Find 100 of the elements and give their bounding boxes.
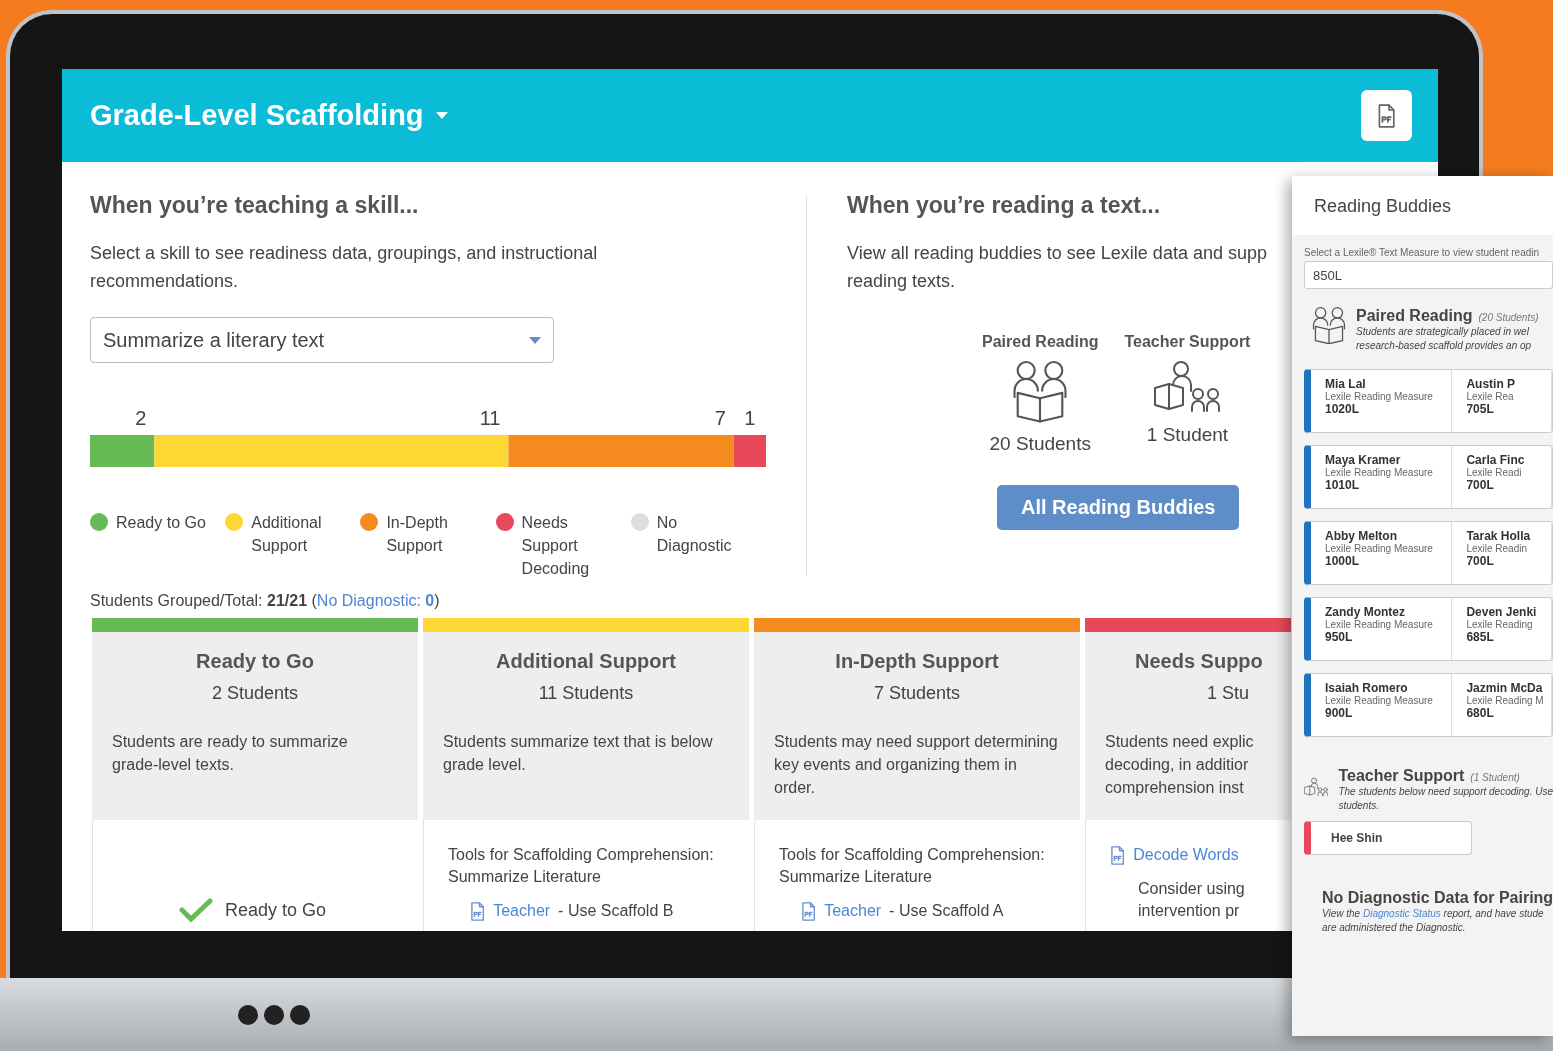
- section-note-line: research-based scaffold provides an op: [1356, 339, 1533, 353]
- section-description-line: reading texts.: [847, 270, 957, 293]
- card-description: Students may need support determining key events and organizing them in order.: [774, 732, 1059, 798]
- student-pair-card[interactable]: Abby Melton Lexile Reading Measure 1000L Tarak Holla Lexile Readin 700L: [1304, 521, 1553, 585]
- dot-icon: [264, 1004, 284, 1025]
- lexile-field[interactable]: 850L: [1304, 261, 1553, 289]
- group-count: 20 Students: [989, 432, 1091, 455]
- lexile-measure: 900L: [1325, 706, 1354, 720]
- student-pair-card[interactable]: Mia Lal Lexile Reading Measure 1020L Austin P Lexile Rea 705L: [1304, 369, 1553, 433]
- pdf-icon: [1376, 103, 1397, 128]
- card-title: In-Depth Support: [834, 650, 1000, 673]
- caret-icon: [529, 336, 541, 344]
- section-title: Teacher Support (1 Student): [1338, 767, 1521, 785]
- section-title: Paired Reading (20 Students): [1356, 307, 1539, 325]
- panel-title: Reading Buddies: [1292, 176, 1553, 235]
- group-count: 1 Student: [1146, 424, 1229, 447]
- lexile-measure: 700L: [1466, 554, 1495, 568]
- card-title: Ready to Go: [195, 650, 315, 673]
- measure-label: Lexile Reading Measure: [1325, 619, 1434, 630]
- teacher-students-icon: [1153, 361, 1222, 415]
- section-heading: When you’re reading a text...: [847, 192, 1162, 219]
- lexile-measure: 1000L: [1325, 554, 1361, 568]
- ready-status: Ready to Go: [225, 899, 327, 921]
- measure-label: Lexile Readin: [1466, 543, 1528, 554]
- card-count: 1 Stu: [1206, 683, 1251, 704]
- measure-label: Lexile Reading Measure: [1325, 467, 1434, 478]
- pdf-button[interactable]: [1361, 90, 1412, 141]
- page-title: Grade-Level Scaffolding: [90, 99, 424, 132]
- field-label: Select a Lexile® Text Measure to view student readin: [1304, 247, 1541, 258]
- student-name: Tarak Holla: [1466, 529, 1532, 543]
- measure-label: Lexile Rea: [1466, 391, 1515, 402]
- legend-label: Needs Support Decoding: [521, 513, 591, 579]
- section-heading: When you’re teaching a skill...: [90, 192, 420, 219]
- dot-icon: [238, 1004, 258, 1025]
- card-description: Students summarize text that is below grade level.: [443, 732, 714, 775]
- measure-label: Lexile Reading Measure: [1325, 391, 1434, 402]
- legend-label: Additional Support: [251, 513, 323, 556]
- measure-label: Lexile Readi: [1466, 467, 1523, 478]
- card-count: 7 Students: [872, 683, 962, 704]
- section-title: No Diagnostic Data for Pairing: [1322, 889, 1553, 907]
- student-pair-card[interactable]: Zandy Montez Lexile Reading Measure 950L Deven Jenki Lexile Reading 685L: [1304, 597, 1553, 661]
- closing-parenthesis: ): [434, 592, 440, 610]
- student-name: Mia Lal: [1325, 377, 1367, 391]
- card-note-line: intervention pr: [1138, 901, 1241, 921]
- diagnostic-status-link[interactable]: Diagnostic Status: [1362, 908, 1441, 919]
- group-title: Paired Reading: [982, 333, 1099, 351]
- lexile-measure: 1010L: [1325, 478, 1361, 492]
- decode-words-link[interactable]: Decode Words: [1133, 844, 1239, 866]
- card-description-line: Students need explic: [1105, 732, 1255, 752]
- bar-value-label: 11: [479, 407, 501, 429]
- grouped-total-text: Students Grouped/Total: 21/21 (: [90, 592, 317, 610]
- bar-value-label: 7: [714, 407, 726, 429]
- card-description-line: decoding, in additior: [1105, 755, 1250, 775]
- section-note-line: are administered the Diagnostic.: [1322, 921, 1467, 935]
- student-name: Isaiah Romero: [1325, 681, 1409, 695]
- tools-title: Tools for Scaffolding Comprehension: Summarize Literature: [779, 845, 1046, 887]
- section-note-line: Students are strategically placed in wel: [1356, 325, 1530, 339]
- skill-select[interactable]: Summarize a literary text: [90, 317, 554, 363]
- two-readers-book-icon: [1012, 361, 1069, 423]
- pdf-file-icon: [470, 901, 486, 921]
- card-title: Additional Support: [495, 650, 677, 673]
- section-note-line: The students below need support decoding. Use: [1338, 785, 1553, 799]
- student-pair-card[interactable]: Maya Kramer Lexile Reading Measure 1010L Carla Finc Lexile Readi 700L: [1304, 445, 1553, 509]
- bar-value-label: 1: [744, 407, 756, 429]
- student-name-card[interactable]: Hee Shin: [1304, 821, 1472, 855]
- scaffold-label: - Use Scaffold B: [558, 901, 674, 921]
- student-name: Carla Finc: [1466, 453, 1526, 467]
- card-title: Needs Suppo: [1134, 650, 1264, 673]
- teacher-link[interactable]: Teacher: [493, 900, 551, 922]
- lexile-measure: 700L: [1466, 478, 1495, 492]
- pdf-file-icon: [1110, 845, 1126, 865]
- card-description: Students are ready to summarize grade-level texts.: [112, 732, 349, 775]
- pdf-file-icon: [801, 901, 817, 921]
- no-diagnostic-link[interactable]: No Diagnostic: 0: [316, 592, 435, 610]
- student-name: Maya Kramer: [1325, 453, 1402, 467]
- section-note-line: View the Diagnostic Status report, and have stude: [1322, 907, 1545, 921]
- section-description-line: View all reading buddies to see Lexile data and supp: [847, 242, 1268, 265]
- dot-icon: [290, 1004, 310, 1025]
- legend-label: Ready to Go: [116, 513, 206, 533]
- card-note-line: Consider using: [1138, 879, 1246, 899]
- card-count: 2 Students: [210, 683, 300, 704]
- student-pair-card[interactable]: Isaiah Romero Lexile Reading Measure 900L Jazmin McDa Lexile Reading M 680L: [1304, 673, 1553, 737]
- teacher-link[interactable]: Teacher: [824, 900, 882, 922]
- lexile-measure: 680L: [1466, 706, 1495, 720]
- measure-label: Lexile Reading Measure: [1325, 695, 1434, 706]
- group-title: Teacher Support: [1124, 333, 1251, 351]
- bar-value-label: 2: [135, 407, 147, 429]
- two-readers-book-icon: [1312, 307, 1346, 345]
- card-description-line: comprehension inst: [1105, 778, 1245, 798]
- lexile-measure: 685L: [1466, 630, 1495, 644]
- student-name: Deven Jenki: [1466, 605, 1538, 619]
- tools-title: Tools for Scaffolding Comprehension: Summarize Literature: [448, 845, 715, 887]
- measure-label: Lexile Reading M: [1466, 695, 1545, 706]
- lexile-measure: 1020L: [1325, 402, 1361, 416]
- student-name: Jazmin McDa: [1466, 681, 1544, 695]
- student-name: Austin P: [1466, 377, 1517, 391]
- student-name: Zandy Montez: [1325, 605, 1406, 619]
- section-description: Select a skill to see readiness data, groupings, and instructional recommendations.: [90, 242, 599, 293]
- card-count: 11 Students: [537, 683, 635, 704]
- legend-label: No Diagnostic: [656, 513, 733, 556]
